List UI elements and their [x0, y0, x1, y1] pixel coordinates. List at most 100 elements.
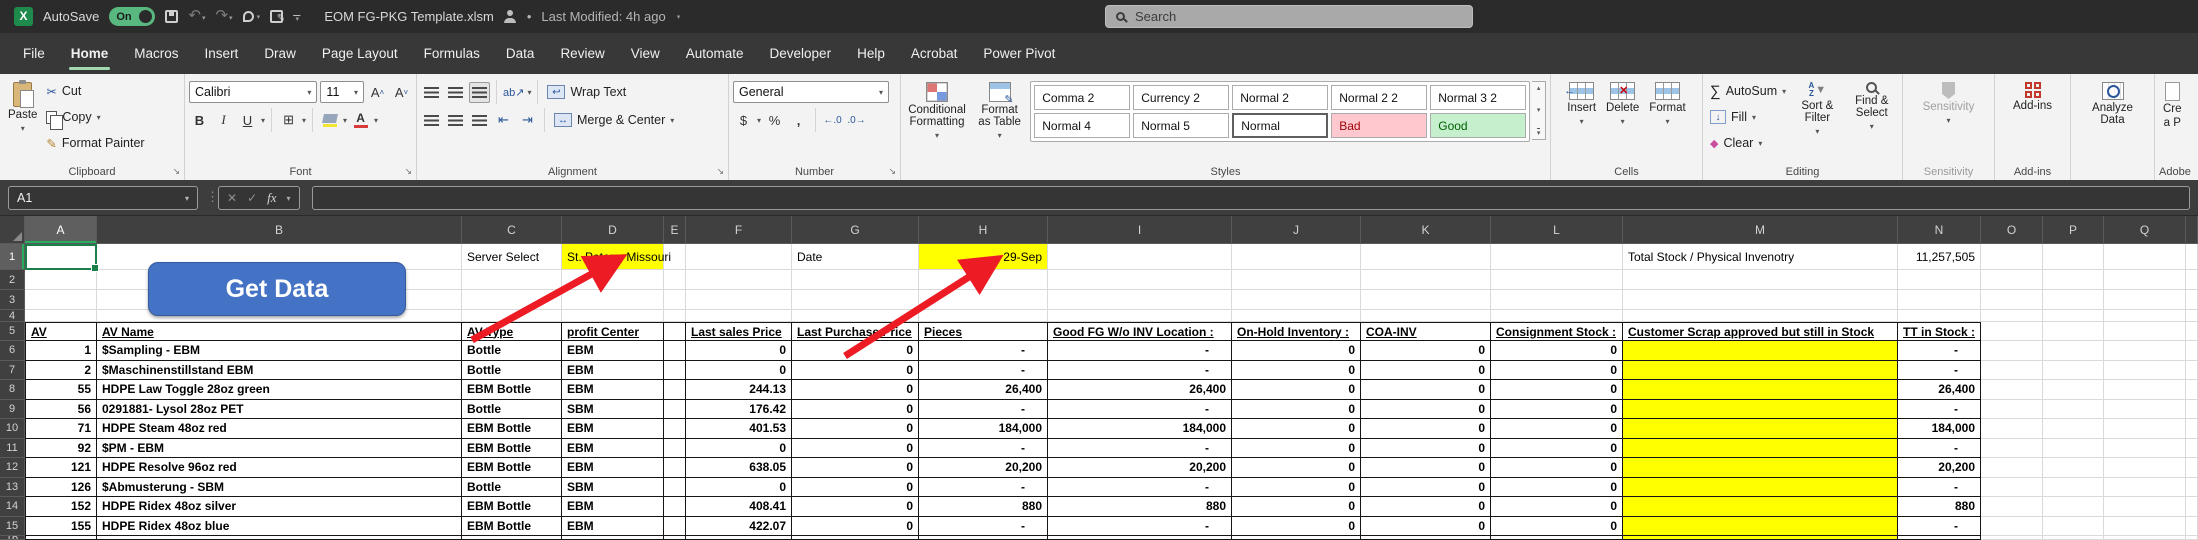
cell-E9[interactable]: [664, 400, 686, 420]
cell-G15[interactable]: 0: [792, 517, 919, 537]
last-modified-label[interactable]: Last Modified: 4h ago: [541, 9, 665, 24]
cell-style-normal-2[interactable]: Normal 2: [1232, 85, 1328, 110]
formula-bar-chevron-icon[interactable]: ▾: [287, 194, 291, 203]
column-header-P[interactable]: P: [2043, 216, 2104, 244]
cell-N4[interactable]: [1898, 310, 1981, 322]
cell-J13[interactable]: 0: [1232, 478, 1361, 498]
cell-H12[interactable]: 20,200: [919, 458, 1048, 478]
cell-E6[interactable]: [664, 341, 686, 361]
cell-D15[interactable]: EBM: [562, 517, 664, 537]
fill-color-icon[interactable]: [319, 110, 340, 131]
cell-K2[interactable]: [1361, 270, 1491, 290]
menu-tab-power-pivot[interactable]: Power Pivot: [970, 33, 1068, 74]
cell-M8[interactable]: [1623, 380, 1898, 400]
cell-A10[interactable]: 71: [25, 419, 97, 439]
cell-D2[interactable]: [562, 270, 664, 290]
cell-B14[interactable]: HDPE Ridex 48oz silver: [97, 497, 462, 517]
menu-tab-draw[interactable]: Draw: [251, 33, 309, 74]
cell-F16[interactable]: [686, 536, 792, 540]
cell-I15[interactable]: -: [1048, 517, 1232, 537]
cell-style-bad[interactable]: Bad: [1331, 113, 1427, 138]
cell-D10[interactable]: EBM: [562, 419, 664, 439]
cell-G14[interactable]: 0: [792, 497, 919, 517]
cell-Q4[interactable]: [2104, 310, 2186, 322]
cell-O12[interactable]: [1981, 458, 2043, 478]
alignment-dialog-launcher[interactable]: ↘: [716, 166, 724, 177]
cell-M9[interactable]: [1623, 400, 1898, 420]
align-right-icon[interactable]: [469, 110, 490, 131]
cut-button[interactable]: ✂Cut: [43, 79, 147, 103]
cell-P3[interactable]: [2043, 290, 2104, 310]
cell-K8[interactable]: 0: [1361, 380, 1491, 400]
cell-Q15[interactable]: [2104, 517, 2186, 537]
cell-A8[interactable]: 55: [25, 380, 97, 400]
cell-P6[interactable]: [2043, 341, 2104, 361]
cell-M15[interactable]: [1623, 517, 1898, 537]
cell-style-normal-5[interactable]: Normal 5: [1133, 113, 1229, 138]
cell-F14[interactable]: 408.41: [686, 497, 792, 517]
cell-A9[interactable]: 56: [25, 400, 97, 420]
cell-N13[interactable]: -: [1898, 478, 1981, 498]
accounting-format-icon[interactable]: $: [733, 110, 754, 131]
cell-J7[interactable]: 0: [1232, 361, 1361, 381]
cell-F12[interactable]: 638.05: [686, 458, 792, 478]
cell-B8[interactable]: HDPE Law Toggle 28oz green: [97, 380, 462, 400]
header-cell-A5[interactable]: AV: [25, 322, 97, 341]
cell-M13[interactable]: [1623, 478, 1898, 498]
cell-F2[interactable]: [686, 270, 792, 290]
header-cell-J5[interactable]: On-Hold Inventory :: [1232, 322, 1361, 341]
format-as-table-button[interactable]: Format as Table▾: [971, 79, 1028, 162]
cell-L11[interactable]: 0: [1491, 439, 1623, 459]
cell-style-normal[interactable]: Normal: [1232, 113, 1328, 138]
cell-K12[interactable]: 0: [1361, 458, 1491, 478]
cell-A13[interactable]: 126: [25, 478, 97, 498]
cell-J1[interactable]: [1232, 244, 1361, 270]
cell-A11[interactable]: 92: [25, 439, 97, 459]
gallery-down-icon[interactable]: ▾: [1537, 106, 1541, 114]
cell-P15[interactable]: [2043, 517, 2104, 537]
addins-button[interactable]: Add-ins: [2009, 79, 2056, 162]
number-format-combo[interactable]: General▾: [733, 81, 889, 103]
comma-style-icon[interactable]: ,: [788, 110, 809, 131]
cell-O3[interactable]: [1981, 290, 2043, 310]
cell-O1[interactable]: [1981, 244, 2043, 270]
row-header-14[interactable]: 14: [0, 497, 25, 517]
cell-O11[interactable]: [1981, 439, 2043, 459]
cell-style-currency-2[interactable]: Currency 2: [1133, 85, 1229, 110]
cell-D13[interactable]: SBM: [562, 478, 664, 498]
menu-tab-formulas[interactable]: Formulas: [411, 33, 493, 74]
cell-A6[interactable]: 1: [25, 341, 97, 361]
cell-J12[interactable]: 0: [1232, 458, 1361, 478]
cell-C15[interactable]: EBM Bottle: [462, 517, 562, 537]
cell-style-good[interactable]: Good: [1430, 113, 1526, 138]
cell-L3[interactable]: [1491, 290, 1623, 310]
cell-B6[interactable]: $Sampling - EBM: [97, 341, 462, 361]
increase-decimal-icon[interactable]: ←.0: [822, 110, 843, 131]
cell-G3[interactable]: [792, 290, 919, 310]
cell-E12[interactable]: [664, 458, 686, 478]
cell-A16[interactable]: [25, 536, 97, 540]
cell-E11[interactable]: [664, 439, 686, 459]
header-cell-N5[interactable]: TT in Stock :: [1898, 322, 1981, 341]
cell-M1-total-label[interactable]: Total Stock / Physical Invenotry: [1623, 244, 1898, 270]
cell-C16[interactable]: [462, 536, 562, 540]
cell-P8[interactable]: [2043, 380, 2104, 400]
cell-G12[interactable]: 0: [792, 458, 919, 478]
cell-G7[interactable]: 0: [792, 361, 919, 381]
cell-I10[interactable]: 184,000: [1048, 419, 1232, 439]
decrease-decimal-icon[interactable]: .0→: [846, 110, 867, 131]
cell-D7[interactable]: EBM: [562, 361, 664, 381]
cell-Q13[interactable]: [2104, 478, 2186, 498]
row-header-12[interactable]: 12: [0, 458, 25, 478]
search-box[interactable]: [1105, 5, 1473, 28]
cell-L9[interactable]: 0: [1491, 400, 1623, 420]
cell-O4[interactable]: [1981, 310, 2043, 322]
align-center-icon[interactable]: [445, 110, 466, 131]
cell-I11[interactable]: -: [1048, 439, 1232, 459]
cell-P7[interactable]: [2043, 361, 2104, 381]
cell-I4[interactable]: [1048, 310, 1232, 322]
cell-L8[interactable]: 0: [1491, 380, 1623, 400]
cell-D1-server-location[interactable]: St. Peters, Missouri: [562, 244, 664, 270]
name-box[interactable]: A1▾: [8, 186, 198, 210]
cell-E10[interactable]: [664, 419, 686, 439]
